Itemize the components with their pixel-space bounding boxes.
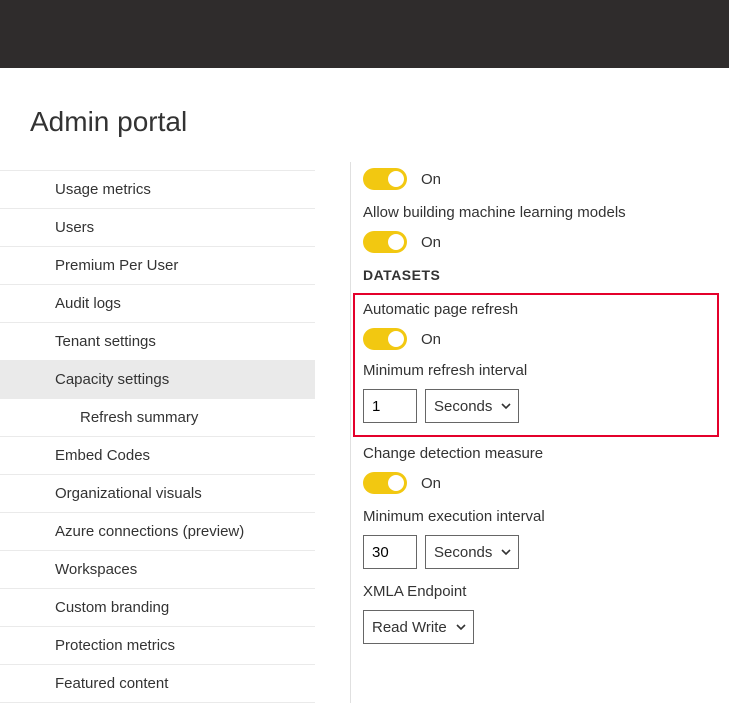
vertical-divider [350, 162, 351, 703]
toggle-row-apr: On [363, 328, 707, 350]
top-bar [0, 0, 729, 68]
sidebar-item-capacity-settings[interactable]: Capacity settings [0, 361, 315, 399]
toggle-label: On [421, 234, 441, 251]
toggle-knob [388, 171, 404, 187]
toggle-switch[interactable] [363, 472, 407, 494]
chevron-down-icon [500, 400, 512, 412]
toggle-row-ml: On [363, 231, 719, 253]
sidebar-item-usage-metrics[interactable]: Usage metrics [0, 170, 315, 209]
select-value: Read Write [372, 619, 447, 636]
sidebar-item-label: Organizational visuals [55, 485, 202, 502]
toggle-label: On [421, 331, 441, 348]
xmla-select[interactable]: Read Write [363, 610, 474, 644]
sidebar-item-organizational-visuals[interactable]: Organizational visuals [0, 475, 315, 513]
sidebar-item-label: Tenant settings [55, 333, 156, 350]
page-title: Admin portal [30, 106, 729, 138]
sidebar-item-label: Embed Codes [55, 447, 150, 464]
toggle-knob [388, 234, 404, 250]
min-refresh-label: Minimum refresh interval [363, 362, 707, 379]
sidebar-item-embed-codes[interactable]: Embed Codes [0, 437, 315, 475]
sidebar-item-custom-branding[interactable]: Custom branding [0, 589, 315, 627]
toggle-row-1: On [363, 168, 719, 190]
select-value: Seconds [434, 544, 492, 561]
sidebar-item-tenant-settings[interactable]: Tenant settings [0, 323, 315, 361]
sidebar-item-label: Users [55, 219, 94, 236]
min-exec-input[interactable] [363, 535, 417, 569]
min-exec-row: Seconds [363, 535, 719, 569]
min-exec-unit-select[interactable]: Seconds [425, 535, 519, 569]
cdm-label: Change detection measure [363, 445, 719, 462]
toggle-row-cdm: On [363, 472, 719, 494]
datasets-heading: DATASETS [363, 267, 719, 283]
xmla-label: XMLA Endpoint [363, 583, 719, 600]
sidebar-item-protection-metrics[interactable]: Protection metrics [0, 627, 315, 665]
sidebar-item-label: Audit logs [55, 295, 121, 312]
sidebar-item-audit-logs[interactable]: Audit logs [0, 285, 315, 323]
toggle-switch[interactable] [363, 231, 407, 253]
min-refresh-unit-select[interactable]: Seconds [425, 389, 519, 423]
sidebar-item-azure-connections[interactable]: Azure connections (preview) [0, 513, 315, 551]
sidebar-item-label: Custom branding [55, 599, 169, 616]
apr-label: Automatic page refresh [363, 301, 707, 318]
min-exec-label: Minimum execution interval [363, 508, 719, 525]
toggle-switch[interactable] [363, 328, 407, 350]
toggle-knob [388, 475, 404, 491]
toggle-label: On [421, 171, 441, 188]
ml-label: Allow building machine learning models [363, 204, 719, 221]
sidebar-item-premium-per-user[interactable]: Premium Per User [0, 247, 315, 285]
sidebar-item-label: Premium Per User [55, 257, 178, 274]
highlight-box: Automatic page refresh On Minimum refres… [353, 293, 719, 437]
toggle-knob [388, 331, 404, 347]
toggle-label: On [421, 475, 441, 492]
sidebar: Usage metrics Users Premium Per User Aud… [0, 162, 350, 703]
chevron-down-icon [500, 546, 512, 558]
min-refresh-row: Seconds [363, 389, 707, 423]
sidebar-item-label: Protection metrics [55, 637, 175, 654]
sidebar-item-label: Refresh summary [80, 409, 198, 426]
select-value: Seconds [434, 398, 492, 415]
chevron-down-icon [455, 621, 467, 633]
sidebar-item-label: Azure connections (preview) [55, 523, 244, 540]
sidebar-item-refresh-summary[interactable]: Refresh summary [0, 399, 315, 437]
toggle-switch[interactable] [363, 168, 407, 190]
min-refresh-input[interactable] [363, 389, 417, 423]
sidebar-item-workspaces[interactable]: Workspaces [0, 551, 315, 589]
sidebar-item-label: Workspaces [55, 561, 137, 578]
xmla-row: Read Write [363, 610, 719, 644]
sidebar-item-label: Featured content [55, 675, 168, 692]
sidebar-item-users[interactable]: Users [0, 209, 315, 247]
content-area: Usage metrics Users Premium Per User Aud… [0, 162, 729, 703]
sidebar-item-featured-content[interactable]: Featured content [0, 665, 315, 703]
sidebar-item-label: Capacity settings [55, 371, 169, 388]
main-panel: On Allow building machine learning model… [363, 162, 729, 703]
sidebar-item-label: Usage metrics [55, 181, 151, 198]
